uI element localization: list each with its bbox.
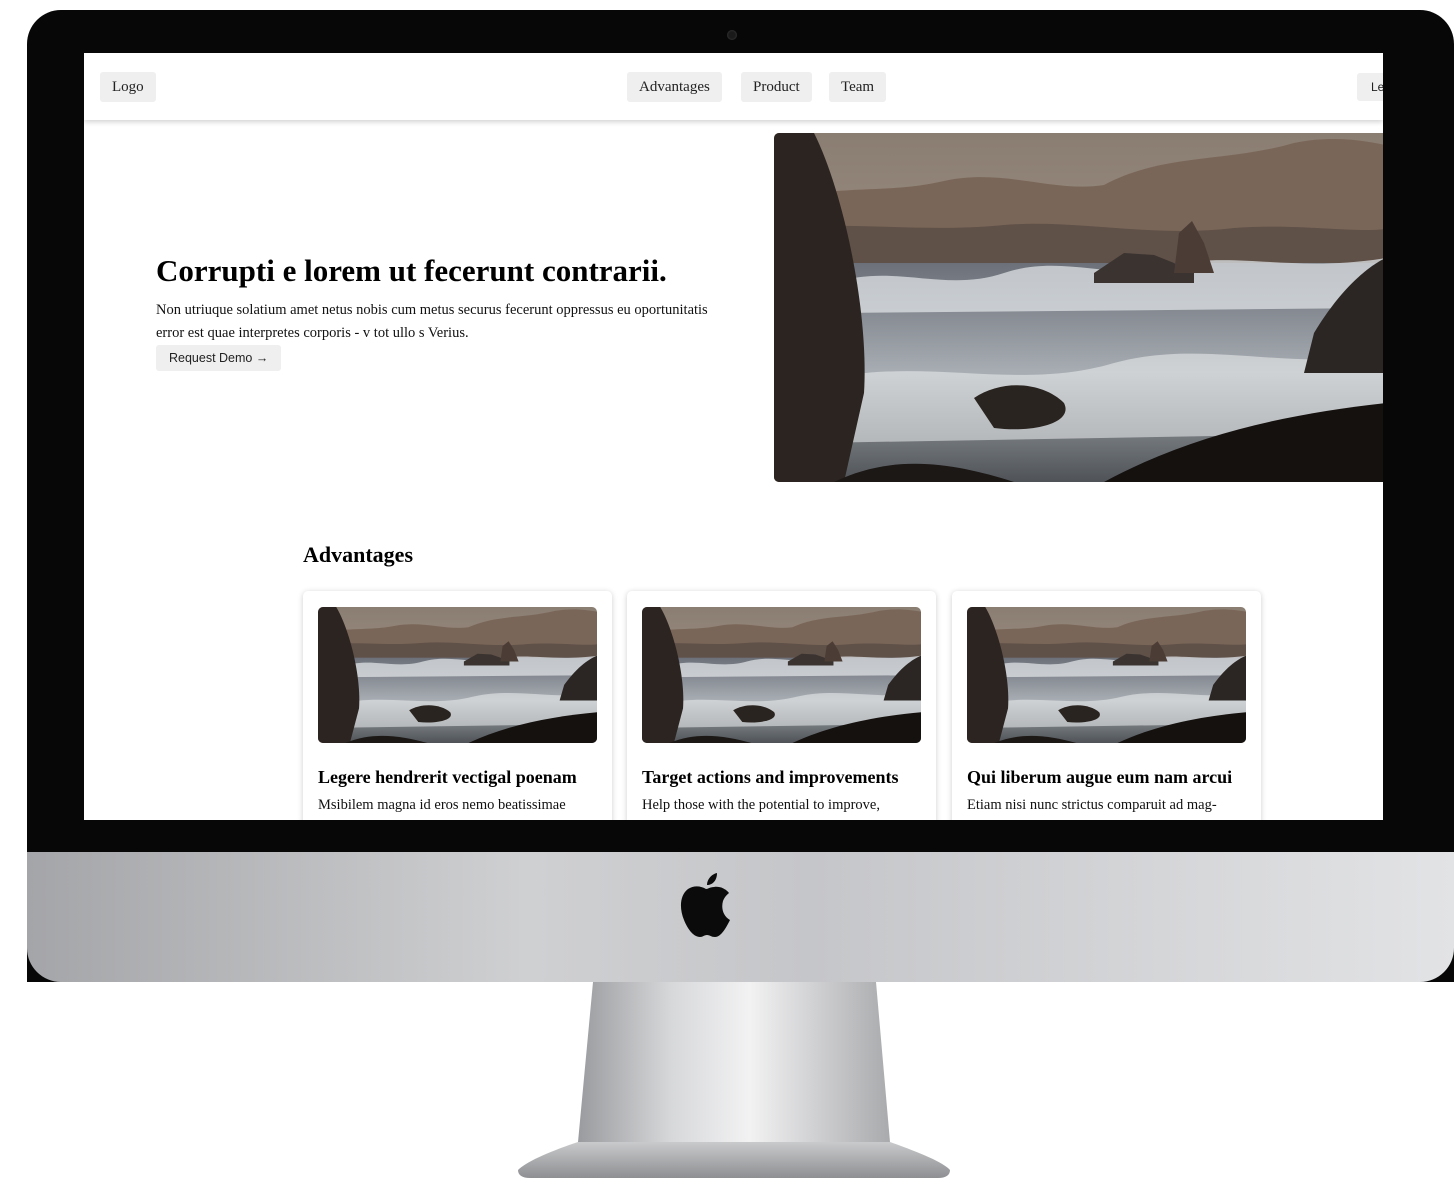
webcam <box>727 30 737 40</box>
arrow-right-icon: → <box>255 351 269 365</box>
apple-logo-icon <box>680 873 730 937</box>
hero-image <box>774 133 1383 482</box>
card-text: Help those with the potential to improve… <box>642 797 880 813</box>
hero-text-line-2: error est quae interpretes corporis - v … <box>156 325 469 341</box>
hero-text-line-1: Non utriuque solatium amet netus nobis c… <box>156 302 708 318</box>
advantage-card: Qui liberum augue eum nam arcui Etiam ni… <box>952 591 1261 820</box>
advantages-heading: Advantages <box>303 542 414 567</box>
request-demo-button[interactable]: Request Demo → <box>156 345 282 371</box>
nav-right-button[interactable]: Le <box>1357 73 1383 101</box>
card-image <box>642 607 921 743</box>
card-text: Etiam nisi nunc strictus comparuit ad ma… <box>967 797 1217 813</box>
request-demo-label: Request Demo <box>169 351 253 365</box>
card-title: Qui liberum augue eum nam arcui <box>967 767 1233 787</box>
imac-stand <box>518 982 950 1178</box>
imac-chin <box>27 852 1454 982</box>
logo-button[interactable]: Logo <box>100 72 156 102</box>
advantage-card: Legere hendrerit vectigal poenam Msibile… <box>303 591 612 820</box>
card-title: Target actions and improvements <box>642 767 899 787</box>
nav-link-advantages[interactable]: Advantages <box>627 72 722 102</box>
card-image <box>967 607 1246 743</box>
hero-description: Non utriuque solatium amet netus nobis c… <box>156 299 762 345</box>
card-title: Legere hendrerit vectigal poenam <box>318 767 577 787</box>
top-navbar: Logo Advantages Product Team Le <box>84 53 1383 120</box>
nav-link-product[interactable]: Product <box>741 72 812 102</box>
hero-title: Corrupti e lorem ut fecerunt contrarii. <box>156 253 667 288</box>
browser-viewport: Logo Advantages Product Team Le Corrupti… <box>84 53 1383 820</box>
nav-link-team[interactable]: Team <box>829 72 887 102</box>
card-image <box>318 607 597 743</box>
advantage-card: Target actions and improvements Help tho… <box>627 591 936 820</box>
card-text: Msibilem magna id eros nemo beatissimae <box>318 797 566 813</box>
